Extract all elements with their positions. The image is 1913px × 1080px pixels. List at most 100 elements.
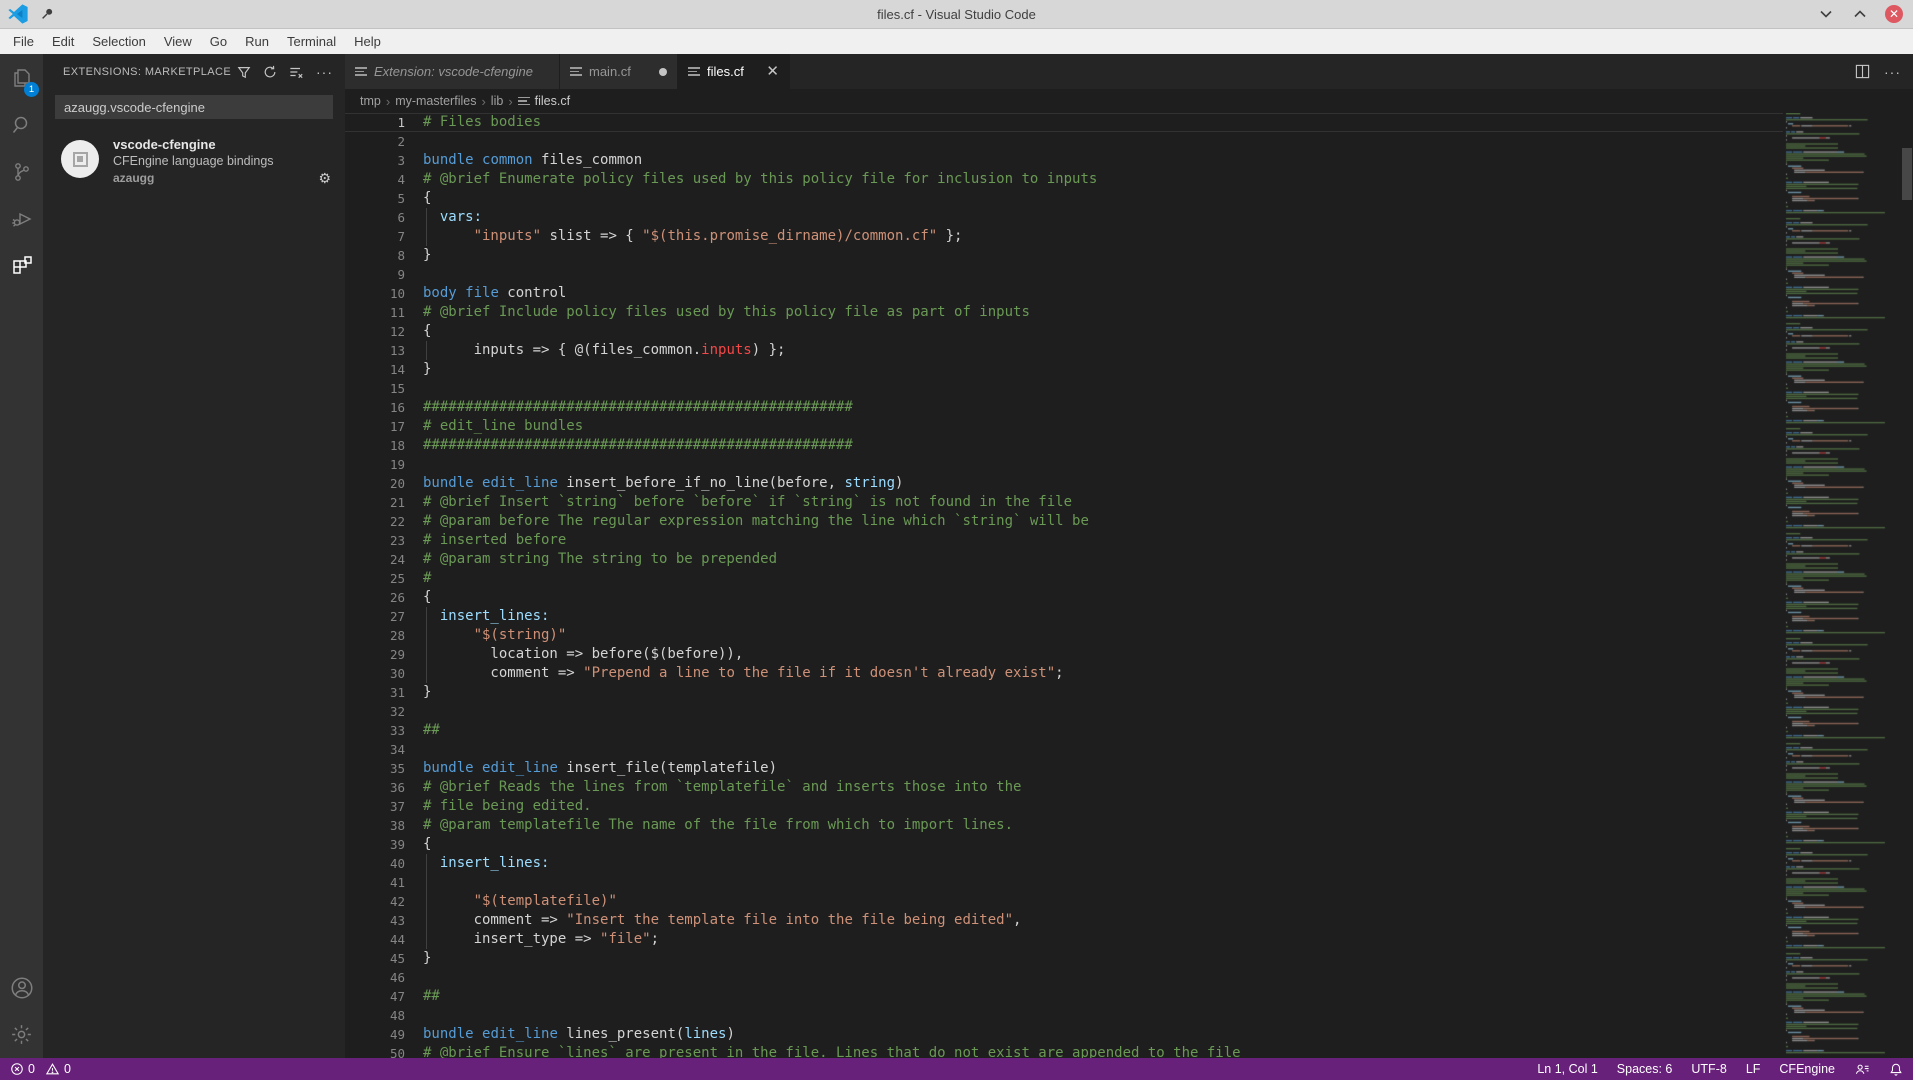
- activity-source-control[interactable]: [0, 148, 43, 195]
- breadcrumb[interactable]: tmp›my-masterfiles›lib›files.cf: [345, 89, 1913, 113]
- code-line-29[interactable]: 29 location => before($(before)),: [345, 645, 1783, 664]
- extension-list-item[interactable]: vscode-cfengine CFEngine language bindin…: [43, 129, 345, 195]
- activity-settings[interactable]: [0, 1011, 43, 1058]
- code-line-11[interactable]: 11# @brief Include policy files used by …: [345, 303, 1783, 322]
- code-line-22[interactable]: 22# @param before The regular expression…: [345, 512, 1783, 531]
- code-editor[interactable]: 1# Files bodies 2 3bundle common files_co…: [345, 113, 1913, 1058]
- code-line-20[interactable]: 20bundle edit_line insert_before_if_no_l…: [345, 474, 1783, 493]
- menu-terminal[interactable]: Terminal: [278, 31, 345, 52]
- code-line-23[interactable]: 23# inserted before: [345, 531, 1783, 550]
- code-line-38[interactable]: 38# @param templatefile The name of the …: [345, 816, 1783, 835]
- minimap[interactable]: [1783, 113, 1890, 1058]
- code-line-12[interactable]: 12{: [345, 322, 1783, 341]
- code-line-10[interactable]: 10body file control: [345, 284, 1783, 303]
- notifications-bell-icon[interactable]: [1889, 1062, 1903, 1077]
- code-line-21[interactable]: 21# @brief Insert `string` before `befor…: [345, 493, 1783, 512]
- code-line-25[interactable]: 25#: [345, 569, 1783, 588]
- more-actions-icon[interactable]: ···: [316, 64, 333, 80]
- tab-files-cf[interactable]: files.cf✕: [678, 54, 790, 89]
- code-line-3[interactable]: 3bundle common files_common: [345, 151, 1783, 170]
- code-line-1[interactable]: 1# Files bodies: [345, 113, 1783, 132]
- code-line-32[interactable]: 32: [345, 702, 1783, 721]
- code-line-16[interactable]: 16######################################…: [345, 398, 1783, 417]
- code-line-45[interactable]: 45}: [345, 949, 1783, 968]
- split-editor-icon[interactable]: [1855, 64, 1870, 79]
- vertical-scrollbar[interactable]: [1902, 148, 1912, 200]
- problems-indicator[interactable]: 0 0: [10, 1062, 71, 1076]
- menu-run[interactable]: Run: [236, 31, 278, 52]
- editor-more-actions-icon[interactable]: ···: [1884, 64, 1901, 80]
- activity-search[interactable]: [0, 101, 43, 148]
- code-line-43[interactable]: 43 comment => "Insert the template file …: [345, 911, 1783, 930]
- maximize-button[interactable]: [1851, 5, 1869, 23]
- code-line-14[interactable]: 14}: [345, 360, 1783, 379]
- code-line-48[interactable]: 48: [345, 1006, 1783, 1025]
- line-number: 2: [345, 134, 405, 149]
- code-line-27[interactable]: 27 insert_lines:: [345, 607, 1783, 626]
- code-line-26[interactable]: 26{: [345, 588, 1783, 607]
- code-line-50[interactable]: 50# @brief Ensure `lines` are present in…: [345, 1044, 1783, 1058]
- clear-search-results-icon[interactable]: [289, 65, 304, 79]
- code-line-4[interactable]: 4# @brief Enumerate policy files used by…: [345, 170, 1783, 189]
- code-line-37[interactable]: 37# file being edited.: [345, 797, 1783, 816]
- modified-dot-icon[interactable]: [659, 68, 667, 76]
- tab-main-cf[interactable]: main.cf: [560, 54, 678, 89]
- status-ln-1-col-1[interactable]: Ln 1, Col 1: [1537, 1062, 1597, 1076]
- extensions-search-input[interactable]: [55, 95, 333, 119]
- filter-icon[interactable]: [237, 65, 251, 79]
- code-line-49[interactable]: 49bundle edit_line lines_present(lines): [345, 1025, 1783, 1044]
- code-line-8[interactable]: 8}: [345, 246, 1783, 265]
- code-line-18[interactable]: 18######################################…: [345, 436, 1783, 455]
- code-line-31[interactable]: 31}: [345, 683, 1783, 702]
- code-line-46[interactable]: 46: [345, 968, 1783, 987]
- status-lf[interactable]: LF: [1746, 1062, 1761, 1076]
- menu-view[interactable]: View: [155, 31, 201, 52]
- breadcrumb-item[interactable]: my-masterfiles: [395, 94, 476, 108]
- tab-close-icon[interactable]: ✕: [766, 64, 779, 79]
- code-line-19[interactable]: 19: [345, 455, 1783, 474]
- status-cfengine[interactable]: CFEngine: [1779, 1062, 1835, 1076]
- code-line-28[interactable]: 28 "$(string)": [345, 626, 1783, 645]
- code-line-17[interactable]: 17# edit_line bundles: [345, 417, 1783, 436]
- code-line-33[interactable]: 33##: [345, 721, 1783, 740]
- menu-go[interactable]: Go: [201, 31, 236, 52]
- code-line-13[interactable]: 13 inputs => { @(files_common.inputs) };: [345, 341, 1783, 360]
- activity-explorer[interactable]: 1: [0, 54, 43, 101]
- close-button[interactable]: ✕: [1885, 5, 1903, 23]
- code-line-24[interactable]: 24# @param string The string to be prepe…: [345, 550, 1783, 569]
- menu-edit[interactable]: Edit: [43, 31, 83, 52]
- code-line-47[interactable]: 47##: [345, 987, 1783, 1006]
- code-line-41[interactable]: 41: [345, 873, 1783, 892]
- activity-run-debug[interactable]: [0, 195, 43, 242]
- status-utf-8[interactable]: UTF-8: [1691, 1062, 1726, 1076]
- code-line-34[interactable]: 34: [345, 740, 1783, 759]
- tab-label: main.cf: [589, 64, 631, 79]
- code-line-5[interactable]: 5{: [345, 189, 1783, 208]
- breadcrumb-item[interactable]: tmp: [360, 94, 381, 108]
- code-line-6[interactable]: 6 vars:: [345, 208, 1783, 227]
- feedback-icon[interactable]: [1854, 1062, 1870, 1077]
- code-line-15[interactable]: 15: [345, 379, 1783, 398]
- breadcrumb-file[interactable]: files.cf: [518, 94, 570, 108]
- code-line-9[interactable]: 9: [345, 265, 1783, 284]
- code-line-30[interactable]: 30 comment => "Prepend a line to the fil…: [345, 664, 1783, 683]
- tab-extension-vscode-cfengine[interactable]: Extension: vscode-cfengine: [345, 54, 560, 89]
- refresh-icon[interactable]: [263, 65, 277, 79]
- extension-manage-gear-icon[interactable]: ⚙: [318, 170, 331, 187]
- code-line-7[interactable]: 7 "inputs" slist => { "$(this.promise_di…: [345, 227, 1783, 246]
- menu-help[interactable]: Help: [345, 31, 390, 52]
- menu-file[interactable]: File: [4, 31, 43, 52]
- breadcrumb-item[interactable]: lib: [491, 94, 504, 108]
- status-spaces-6[interactable]: Spaces: 6: [1617, 1062, 1673, 1076]
- menu-selection[interactable]: Selection: [83, 31, 154, 52]
- activity-extensions[interactable]: [0, 242, 43, 289]
- minimize-button[interactable]: [1817, 5, 1835, 23]
- code-line-35[interactable]: 35bundle edit_line insert_file(templatef…: [345, 759, 1783, 778]
- code-line-2[interactable]: 2: [345, 132, 1783, 151]
- code-line-36[interactable]: 36# @brief Reads the lines from `templat…: [345, 778, 1783, 797]
- code-line-39[interactable]: 39{: [345, 835, 1783, 854]
- code-line-44[interactable]: 44 insert_type => "file";: [345, 930, 1783, 949]
- activity-account[interactable]: [0, 964, 43, 1011]
- code-line-42[interactable]: 42 "$(templatefile)": [345, 892, 1783, 911]
- code-line-40[interactable]: 40 insert_lines:: [345, 854, 1783, 873]
